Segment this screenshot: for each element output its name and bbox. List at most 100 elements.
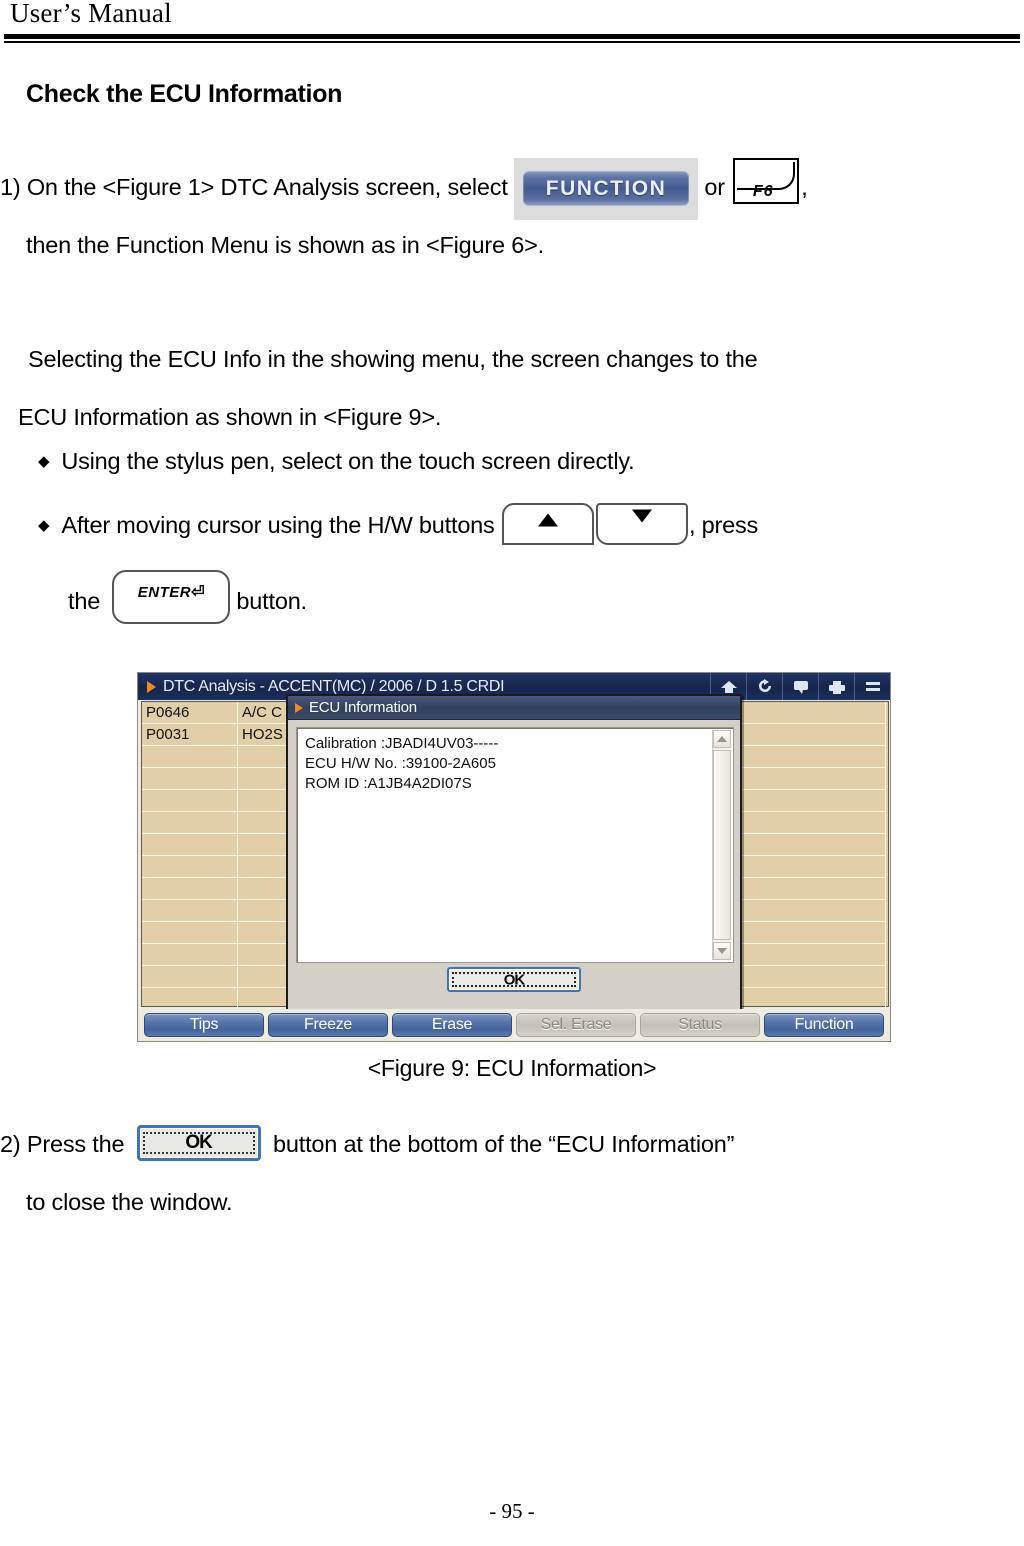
dtc-table-cell[interactable] [142, 856, 238, 878]
up-arrow-key[interactable] [501, 503, 594, 545]
ecu-dialog-scrollbar[interactable] [712, 730, 731, 960]
intro-paragraph-line-1: Selecting the ECU Info in the showing me… [28, 346, 758, 372]
ecu-dialog-titlebar: ECU Information [288, 696, 740, 720]
bullet-item-hw-buttons: ◆ After moving cursor using the H/W butto… [38, 503, 759, 548]
step-1-trailing-comma: , [801, 174, 808, 201]
figure-caption: <Figure 9: ECU Information> [367, 1055, 657, 1081]
bullet-item-hw-text-before: After moving cursor using the H/W button… [61, 512, 495, 539]
diamond-bullet-icon: ◆ [38, 517, 50, 535]
ecu-info-lines: Calibration :JBADI4UV03----- ECU H/W No.… [305, 734, 498, 794]
dtc-table-cell[interactable] [720, 702, 886, 724]
device-softkey-bar: Tips Freeze Erase Sel. Erase Status Function [138, 1009, 890, 1041]
up-arrow-icon [537, 513, 558, 527]
dtc-table-cell[interactable]: P0646 [142, 702, 238, 724]
dtc-table-cell[interactable] [142, 944, 238, 966]
dtc-table-cell[interactable] [720, 768, 886, 790]
ok-button-label: OK [185, 1131, 213, 1153]
page-header: User’s Manual [0, 0, 1024, 44]
dtc-table-cell[interactable] [720, 790, 886, 812]
down-arrow-icon [631, 509, 652, 523]
dtc-table-cell[interactable] [142, 922, 238, 944]
triangle-right-icon [147, 680, 156, 693]
dtc-table-cell[interactable] [142, 878, 238, 900]
bullet-item-enter-line: the ENTER⏎ button. [38, 570, 307, 630]
device-screenshot-figure: DTC Analysis - ACCENT(MC) / 2006 / D 1.5… [137, 672, 891, 1042]
softkey-tips[interactable]: Tips [144, 1013, 264, 1037]
header-rule-thick [4, 34, 1020, 39]
ecu-dialog-title: ECU Information [309, 699, 417, 716]
dtc-table-cell[interactable]: P0031 [142, 724, 238, 746]
dtc-table-cell[interactable] [142, 746, 238, 768]
dtc-table-cell[interactable] [720, 856, 886, 878]
bullet-item-hw-text-after: , press [688, 512, 759, 539]
ecu-dialog-ok-button[interactable]: OK [447, 967, 581, 992]
dtc-table-cell[interactable] [720, 988, 886, 1010]
step-2-line-1: 2) Press the OK button at the bottom of … [0, 1115, 734, 1173]
dtc-table-cell[interactable] [142, 988, 238, 1010]
chat-icon[interactable] [782, 673, 818, 700]
dtc-table-cell[interactable] [142, 900, 238, 922]
ecu-info-line: Calibration :JBADI4UV03----- [305, 735, 499, 752]
step-2-line-2: to close the window. [26, 1189, 233, 1215]
f6-key[interactable]: F6 [733, 158, 800, 204]
header-rule-thin [4, 41, 1020, 43]
dtc-table-cell[interactable] [720, 878, 886, 900]
softkey-function[interactable]: Function [764, 1013, 884, 1037]
section-heading: Check the ECU Information [26, 80, 343, 108]
dtc-table-cell[interactable] [720, 922, 886, 944]
step-1-number: 1) [0, 174, 21, 201]
dtc-table-cell[interactable] [142, 834, 238, 856]
refresh-icon[interactable] [746, 673, 782, 700]
softkey-sel-erase: Sel. Erase [516, 1013, 636, 1037]
chevron-up-icon [717, 736, 727, 742]
diamond-bullet-icon: ◆ [38, 453, 50, 470]
function-button-frame: FUNCTION [514, 158, 698, 220]
device-title-text: DTC Analysis - ACCENT(MC) / 2006 / D 1.5… [163, 677, 505, 695]
dtc-table-cell[interactable] [720, 900, 886, 922]
scrollbar-thumb[interactable] [713, 750, 731, 940]
dtc-table-cell[interactable] [720, 834, 886, 856]
scroll-down-button[interactable] [713, 942, 731, 960]
step-1-or-word: or [704, 174, 725, 201]
ecu-information-dialog: ECU Information Calibration :JBADI4UV03-… [286, 694, 742, 1011]
step-1-line-1: 1) On the <Figure 1> DTC Analysis screen… [0, 158, 1024, 220]
chevron-down-icon [717, 948, 727, 954]
dtc-table-cell[interactable] [720, 944, 886, 966]
dtc-table-cell[interactable] [142, 966, 238, 988]
menu-icon[interactable] [854, 673, 890, 700]
ecu-dialog-ok-label: OK [503, 971, 526, 988]
step-2-number: 2) [0, 1131, 21, 1157]
running-header-title: User’s Manual [10, 0, 172, 28]
enter-key[interactable]: ENTER⏎ [112, 570, 231, 624]
down-arrow-key[interactable] [595, 503, 688, 545]
softkey-freeze[interactable]: Freeze [268, 1013, 388, 1037]
function-button[interactable]: FUNCTION [523, 171, 689, 207]
step-1-text-before-function: On the <Figure 1> DTC Analysis screen, s… [26, 174, 508, 201]
triangle-right-icon [295, 702, 303, 713]
dtc-table-cell[interactable] [720, 966, 886, 988]
dtc-table-cell[interactable] [142, 812, 238, 834]
page-footer: - 95 - [489, 1499, 535, 1523]
scroll-up-button[interactable] [713, 730, 731, 748]
dtc-table-cell[interactable] [142, 790, 238, 812]
step-2-text-after-ok: button at the bottom of the “ECU Informa… [273, 1131, 735, 1157]
printer-icon[interactable] [818, 673, 854, 700]
dtc-table-cell[interactable] [720, 724, 886, 746]
intro-paragraph-line-2: ECU Information as shown in <Figure 9>. [18, 404, 442, 430]
dtc-table-cell[interactable] [142, 768, 238, 790]
ecu-info-line: ECU H/W No. :39100-2A605 [305, 755, 496, 772]
enter-line-text-after: button. [236, 588, 307, 615]
ecu-dialog-body: Calibration :JBADI4UV03----- ECU H/W No.… [296, 727, 734, 963]
bullet-item-stylus-text: Using the stylus pen, select on the touc… [61, 448, 635, 474]
softkey-erase[interactable]: Erase [392, 1013, 512, 1037]
bullet-item-stylus: ◆ Using the stylus pen, select on the tou… [38, 448, 635, 475]
dtc-table-cell[interactable] [720, 746, 886, 768]
step-2-text-before-ok: Press the [26, 1131, 125, 1157]
enter-key-label: ENTER⏎ [137, 584, 206, 601]
enter-line-text-before: the [68, 588, 101, 615]
f6-key-label: F6 [752, 183, 774, 200]
step-1-line-2: then the Function Menu is shown as in <F… [26, 232, 544, 258]
dtc-table-cell[interactable] [720, 812, 886, 834]
ok-button[interactable]: OK [136, 1124, 261, 1161]
enter-return-icon: ⏎ [191, 584, 206, 601]
